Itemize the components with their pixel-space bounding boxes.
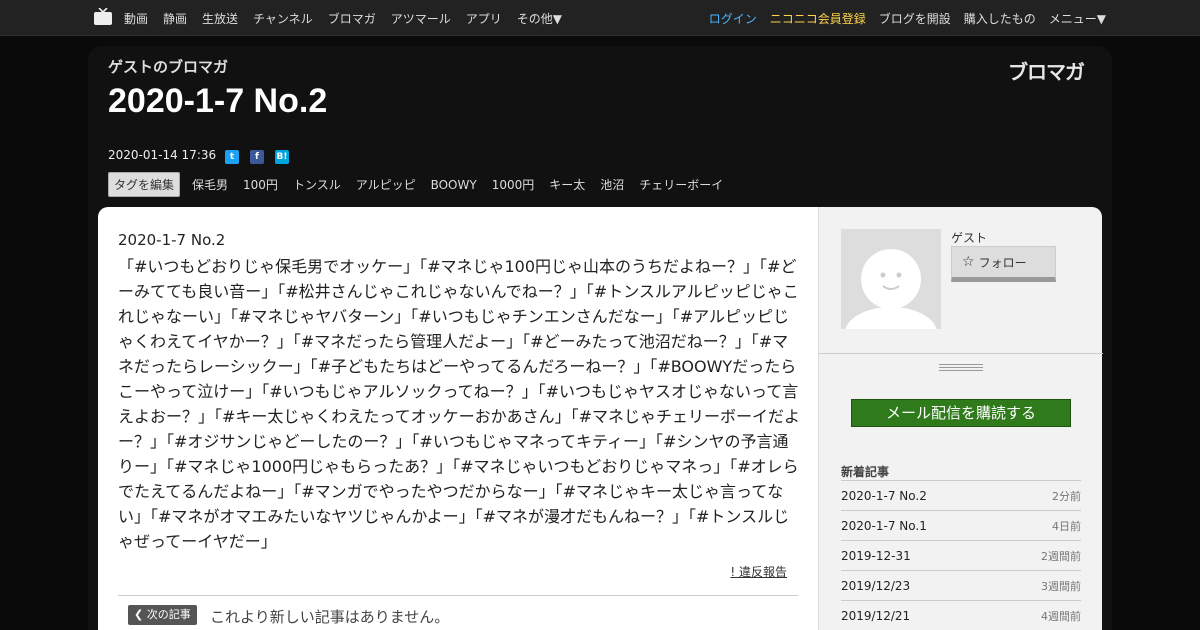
nav-item-seiga[interactable]: 静画 (163, 10, 187, 27)
register-link[interactable]: ニコニコ会員登録 (770, 10, 866, 27)
tag-item[interactable]: キー太 (549, 176, 585, 193)
edit-tags-button[interactable]: タグを編集 (108, 172, 181, 197)
recent-article-title[interactable]: 2019-12-31 (841, 549, 911, 563)
open-blog-link[interactable]: ブログを開設 (879, 10, 951, 27)
tag-bar: タグを編集 保毛男 100円 トンスル アルピッピ BOOWY 1000円 キー… (108, 172, 738, 197)
report-violation-link[interactable]: ! 違反報告 (730, 563, 787, 580)
top-nav-bar: 動画 静画 生放送 チャンネル ブロマガ アツマール アプリ その他▼ ログイン… (0, 0, 1200, 36)
recent-article-age: 3週間前 (1041, 579, 1081, 593)
tag-item[interactable]: 100円 (243, 176, 278, 193)
grip-icon[interactable] (939, 362, 983, 372)
sidebar-divider (819, 353, 1103, 354)
avatar[interactable] (841, 229, 941, 329)
list-item[interactable]: 2019/12/23 3週間前 (841, 570, 1081, 600)
nav-item-live[interactable]: 生放送 (202, 10, 238, 27)
purchases-link[interactable]: 購入したもの (964, 10, 1036, 27)
tag-item[interactable]: 池沼 (600, 176, 624, 193)
post-date: 2020-01-14 17:36 (108, 148, 217, 162)
tag-item[interactable]: 1000円 (492, 176, 535, 193)
tag-item[interactable]: 保毛男 (192, 176, 228, 193)
twitter-share-icon[interactable]: t (225, 150, 239, 164)
list-item[interactable]: 2019/12/21 4週間前 (841, 600, 1081, 630)
next-article-label: 次の記事 (146, 608, 191, 621)
tag-item[interactable]: アルピッピ (356, 176, 416, 193)
sidebar: ゲスト ☆ フォロー メール配信を購読する 新着記事 2020-1-7 No.2… (818, 207, 1103, 630)
article-heading: 2020-1-7 No.2 (118, 231, 226, 249)
recent-article-title[interactable]: 2019/12/23 (841, 579, 910, 593)
nav-item-channel[interactable]: チャンネル (253, 10, 313, 27)
list-item[interactable]: 2020-1-7 No.2 2分前 (841, 480, 1081, 510)
recent-article-title[interactable]: 2020-1-7 No.1 (841, 519, 927, 533)
tag-item[interactable]: トンスル (293, 176, 341, 193)
recent-article-title[interactable]: 2020-1-7 No.2 (841, 489, 927, 503)
tag-item[interactable]: チェリーボーイ (639, 176, 723, 193)
default-user-icon (841, 229, 941, 329)
user-name[interactable]: ゲスト (951, 229, 987, 246)
nav-item-atsumaru[interactable]: アツマール (391, 10, 451, 27)
recent-articles-list: 2020-1-7 No.2 2分前 2020-1-7 No.1 4日前 2019… (841, 480, 1081, 630)
list-item[interactable]: 2020-1-7 No.1 4日前 (841, 510, 1081, 540)
page-title: 2020-1-7 No.2 (108, 82, 328, 120)
no-newer-articles-text: これより新しい記事はありません。 (210, 608, 450, 626)
nav-item-apps[interactable]: アプリ (466, 10, 502, 27)
subscribe-mail-button[interactable]: メール配信を購読する (851, 399, 1071, 427)
blomaga-logo[interactable]: ブロマガ (1008, 56, 1085, 85)
nav-item-video[interactable]: 動画 (124, 10, 148, 27)
facebook-share-icon[interactable]: f (250, 150, 264, 164)
article-body: 「#いつもどおりじゃ保毛男でオッケー」「#マネじゃ100円じゃ山本のうちだよねー… (118, 257, 801, 551)
niconico-tv-icon[interactable] (94, 8, 112, 25)
login-link[interactable]: ログイン (709, 10, 757, 27)
follow-button[interactable]: ☆ フォロー (951, 246, 1056, 282)
menu-dropdown[interactable]: メニュー▼ (1049, 10, 1106, 27)
nav-item-other[interactable]: その他▼ (517, 10, 562, 27)
star-icon: ☆ (962, 254, 975, 270)
chevron-left-icon: ❮ (134, 608, 147, 621)
follow-label: フォロー (978, 255, 1027, 270)
recent-article-age: 4日前 (1052, 519, 1081, 533)
recent-article-title[interactable]: 2019/12/21 (841, 609, 910, 623)
nav-right: ログイン ニコニコ会員登録 ブログを開設 購入したもの メニュー▼ (696, 0, 1106, 36)
nav-left: 動画 静画 生放送 チャンネル ブロマガ アツマール アプリ その他▼ (124, 0, 577, 36)
list-item[interactable]: 2019-12-31 2週間前 (841, 540, 1081, 570)
recent-article-age: 2週間前 (1041, 549, 1081, 563)
content-divider (118, 595, 798, 596)
hatena-bookmark-icon[interactable]: B! (275, 150, 289, 164)
next-article-button[interactable]: ❮ 次の記事 (128, 605, 197, 625)
article-content: 2020-1-7 No.2 「#いつもどおりじゃ保毛男でオッケー」「#マネじゃ1… (98, 207, 818, 630)
recent-articles-heading: 新着記事 (841, 465, 890, 479)
recent-article-age: 2分前 (1052, 489, 1081, 503)
recent-article-age: 4週間前 (1041, 609, 1081, 623)
blog-name[interactable]: ゲストのブロマガ (108, 56, 228, 77)
nav-item-blomaga[interactable]: ブロマガ (328, 10, 376, 27)
tag-item[interactable]: BOOWY (431, 178, 477, 192)
